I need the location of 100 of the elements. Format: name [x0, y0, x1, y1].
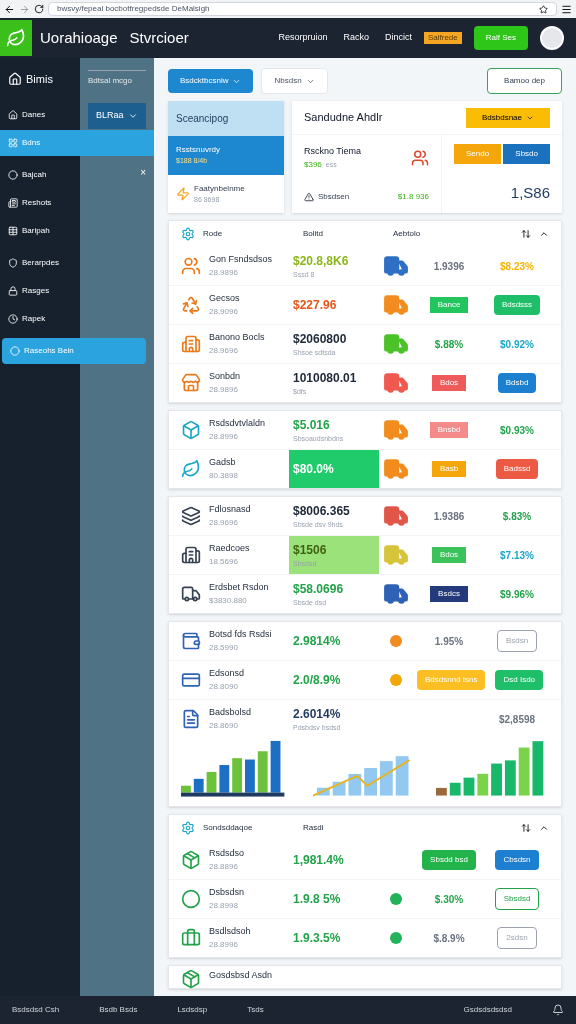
sort-icon[interactable] [521, 229, 531, 239]
notice-label: Salfrede [423, 32, 462, 44]
address-bar[interactable]: bwsvy/fepeal bocbotfregpedsde DeMalsigh [48, 2, 557, 16]
row-name: Bsdlsdsoh [209, 925, 252, 939]
sidebar-item[interactable]: Baripah [0, 218, 78, 244]
row-icon [181, 420, 201, 440]
action-button[interactable]: Cbsdsn [495, 850, 539, 870]
collapse-icon[interactable] [539, 823, 549, 833]
reload-icon[interactable] [34, 4, 44, 14]
row-icon [181, 670, 201, 690]
nav-link[interactable]: Dincict [384, 31, 412, 45]
status-badge: Bnsbd [429, 422, 469, 438]
close-button[interactable]: × [140, 164, 146, 180]
row-subtext: 28.8690 [209, 719, 239, 732]
stat-value: $1.8 936 [397, 190, 429, 203]
row-name: Gon Fsndsdsos [209, 253, 274, 267]
row-name: Badsbolsd [209, 706, 253, 720]
status-badge: Bdos [431, 547, 467, 563]
outline-button[interactable]: Sbsdsd [494, 888, 540, 910]
row-icon [181, 373, 201, 393]
panel-dropdown[interactable]: BLRaa [88, 103, 146, 129]
total-value: 1,S86 [510, 182, 550, 203]
amount-value: $2060800 [293, 330, 348, 348]
percentage-value: 1.9386 [433, 509, 465, 524]
row-icon [181, 889, 201, 909]
row-subtext: 28.9696 [209, 344, 239, 357]
dropdown-button[interactable]: Bdsbdsnae [465, 107, 550, 128]
percentage-value: $.8.9% [433, 931, 465, 946]
row-icon [181, 584, 201, 604]
row-name: Raedcoes [209, 542, 251, 556]
percentage-value: $.30% [434, 892, 464, 907]
amount-value: 2.9814% [293, 633, 342, 650]
row-icon [181, 334, 201, 354]
row-subtext: 28.9096 [209, 305, 239, 318]
percentage-value: $9.96% [500, 587, 534, 602]
sidebar-item[interactable]: Reshots [0, 190, 78, 216]
menu-icon[interactable] [561, 3, 572, 15]
row-name: Gecsos [209, 292, 241, 306]
row-icon [181, 969, 201, 989]
people-icon [411, 148, 429, 167]
nav-link[interactable]: Racko [343, 31, 369, 45]
filter-dropdown[interactable]: Nbsdsn [261, 68, 328, 94]
amount-value: $1506 [293, 541, 328, 559]
footer-item[interactable]: Bsdb Bsds [99, 1004, 138, 1016]
nav-link[interactable]: Resorpruion [278, 31, 328, 45]
action-button[interactable]: Bdsbd [497, 373, 537, 393]
row-icon [181, 709, 201, 729]
home-icon [8, 72, 22, 86]
notification-icon[interactable] [552, 1004, 564, 1016]
sidebar-item[interactable]: Rapek [0, 306, 78, 332]
percentage-value: $.83% [502, 509, 532, 524]
row-name: Edsonsd [209, 667, 246, 681]
status-badge: Bdos [431, 375, 467, 391]
avatar[interactable] [540, 26, 564, 50]
row-name: Banono Bocls [209, 331, 266, 345]
nav-icon [10, 346, 20, 356]
sort-icon[interactable] [521, 823, 531, 833]
nav-icon [8, 314, 18, 324]
sidebar-item[interactable]: Berarpdes [0, 250, 78, 276]
footer-item[interactable]: Lsdsdsp [177, 1004, 208, 1016]
nav-icon [8, 170, 18, 180]
row-subtext: 28.8996 [209, 938, 239, 951]
sidebar-title: Bimis [26, 71, 53, 87]
section-icon [181, 821, 195, 835]
nav-icon [8, 226, 18, 236]
sidebar-item[interactable]: Rasges [0, 278, 78, 304]
nav-icon [8, 286, 18, 296]
footer-item[interactable]: Bsdsdsd Csh [12, 1004, 60, 1016]
bookmark-icon[interactable] [539, 4, 548, 14]
row-name: Rsdsdvtvlaldn [209, 417, 267, 431]
collapse-icon[interactable] [539, 229, 549, 239]
row-name: Fdlosnasd [209, 503, 252, 517]
percentage-value: 1.95% [434, 634, 464, 649]
footer-item[interactable]: Gsdsdsdsdsd [463, 1004, 512, 1016]
amount-value: $20.8,8K6 [293, 252, 350, 270]
row-subtext: 28.9896 [209, 383, 239, 396]
row-icon [181, 459, 201, 479]
row-name: Gosdsbsd Asdn [209, 969, 274, 982]
row-icon [181, 850, 201, 870]
sidebar-item[interactable]: Bajcah [0, 162, 78, 188]
amount-value: $80.0% [293, 461, 335, 478]
row-subtext: 28.8998 [209, 899, 239, 912]
card-button[interactable]: Sbsdo [503, 143, 550, 164]
person-amount: $396 [304, 158, 322, 171]
back-icon[interactable] [4, 3, 15, 15]
amount-value: 2.6014% [293, 705, 342, 723]
row-subtext: 28.8996 [209, 430, 239, 443]
column-header: Sondsddaqoe [203, 822, 254, 834]
export-button[interactable]: Bamoo dep [487, 68, 562, 94]
row-subtext: 28.5990 [209, 641, 239, 654]
amount-value: 1,981.4% [293, 852, 345, 869]
row-name: Sonbdn [209, 370, 242, 384]
footer-item[interactable]: Tsds [247, 1004, 264, 1016]
row-icon [181, 295, 201, 315]
amount-value: $8006.365 [293, 502, 351, 520]
percentage-value: $0.92% [500, 337, 534, 352]
percentage-value: $7.13% [500, 548, 534, 563]
primary-dropdown-button[interactable]: Bsdcktbcsniw [168, 69, 254, 93]
sidebar-item[interactable]: Danes [0, 102, 78, 128]
percentage-value: $2,8598 [498, 712, 536, 727]
